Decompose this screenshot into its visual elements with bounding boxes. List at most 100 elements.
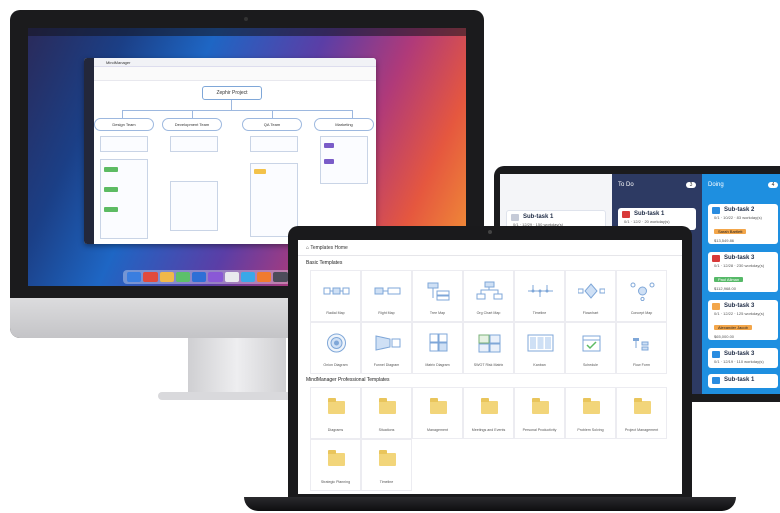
template-folder-management[interactable]: Management	[412, 387, 463, 439]
branch-design-team[interactable]: Design Team	[94, 118, 154, 131]
column-header: To Do 3	[612, 174, 702, 196]
flow-form-icon	[633, 338, 649, 351]
template-folder-situations[interactable]: Situations	[361, 387, 412, 439]
branch-development-team[interactable]: Development Team	[162, 118, 222, 131]
template-matrix-diagram[interactable]: Matrix Diagram	[412, 322, 463, 374]
template-concept-map[interactable]: Concept Map	[616, 270, 667, 322]
template-label: Problem Solving	[577, 428, 604, 432]
template-label: Flowchart	[582, 311, 599, 315]
template-label: Onion Diagram	[323, 363, 348, 367]
template-timeline[interactable]: Timeline	[514, 270, 565, 322]
card-meta: 0/1 · 12/28 · 230 workday(s)	[714, 263, 765, 268]
column-title: To Do	[618, 182, 634, 188]
onion-diagram-icon	[327, 333, 346, 353]
concept-map-icon	[630, 282, 655, 301]
template-folder-meetings[interactable]: Meetings and Events	[463, 387, 514, 439]
template-onion-diagram[interactable]: Onion Diagram	[310, 322, 361, 374]
template-flowchart[interactable]: Flowchart	[565, 270, 616, 322]
root-topic[interactable]: Zephir Project	[202, 86, 262, 100]
template-flow-form[interactable]: Flow Form	[616, 322, 667, 374]
folder-icon	[328, 398, 345, 414]
imac-stand	[188, 338, 286, 394]
subtopic-box	[170, 181, 218, 231]
card-meta: 0/1 · 12/19 · 110 workday(s)	[714, 359, 764, 364]
folder-icon	[583, 398, 600, 414]
kanban-card[interactable]: Sub-task 3 0/1 · 12/19 · 110 workday(s)	[708, 348, 778, 368]
templates-screen[interactable]: ⌂ Templates Home Basic Templates Radial …	[298, 240, 682, 494]
card-meta: 0/1 · 12/22 · 125 workday(s)	[714, 311, 765, 316]
assignee-tag: Sarah Bartlett	[714, 229, 747, 234]
template-folder-timeline[interactable]: Timeline	[361, 439, 412, 491]
template-org-chart-map[interactable]: Org Chart Map	[463, 270, 514, 322]
card-title: Sub-task 1	[634, 211, 665, 217]
template-kanban[interactable]: Kanban	[514, 322, 565, 374]
template-label: Diagrams	[327, 428, 344, 432]
template-folder-strategic-planning[interactable]: Strategic Planning	[310, 439, 361, 491]
assignee-tag: Alexander Jacob	[714, 325, 752, 330]
template-radial-map[interactable]: Radial Map	[310, 270, 361, 322]
template-label: Right Map	[378, 311, 395, 315]
kanban-card[interactable]: Sub-task 1	[708, 374, 778, 388]
template-label: Personal Productivity	[522, 428, 557, 432]
section-title-basic: Basic Templates	[306, 260, 343, 266]
camera	[488, 230, 492, 234]
column-title: Doing	[708, 182, 724, 188]
matrix-icon	[429, 333, 448, 352]
branch-marketing[interactable]: Marketing	[314, 118, 374, 131]
window-title: MindManager	[94, 58, 376, 67]
template-folder-personal-productivity[interactable]: Personal Productivity	[514, 387, 565, 439]
folder-icon	[481, 398, 498, 414]
kanban-card[interactable]: Sub-task 2 0/1 · 10/22 · 83 workday(s) S…	[708, 204, 778, 244]
template-label: Org Chart Map	[476, 311, 501, 315]
template-label: Situations	[378, 428, 395, 432]
flowchart-icon	[578, 283, 605, 299]
folder-icon	[328, 450, 345, 466]
task-tag	[104, 187, 118, 192]
tree-map-icon	[427, 282, 450, 301]
template-right-map[interactable]: Right Map	[361, 270, 412, 322]
template-label: SWOT Risk Matrix	[473, 363, 504, 367]
card-amount: $112,968.00	[714, 286, 736, 291]
template-label: Strategic Planning	[320, 480, 351, 484]
card-title: Sub-task 1	[724, 377, 755, 383]
laptop-base	[244, 497, 736, 511]
template-label: Matrix Diagram	[425, 363, 450, 367]
template-label: Flow Form	[633, 363, 650, 367]
camera	[244, 17, 248, 21]
template-label: Radial Map	[326, 311, 345, 315]
card-title: Sub-task 1	[523, 214, 554, 220]
template-schedule[interactable]: Schedule	[565, 322, 616, 374]
subtopic-box	[100, 136, 148, 152]
card-title: Sub-task 2	[724, 207, 755, 213]
subtopic-box	[250, 136, 298, 152]
template-folder-diagrams[interactable]: Diagrams	[310, 387, 361, 439]
section-title-professional: MindManager Professional Templates	[306, 377, 390, 383]
mindmanager-window[interactable]: MindManager Zephir Project Design Team D…	[84, 58, 376, 244]
template-label: Project Management	[624, 428, 659, 432]
mind-map-canvas[interactable]: Zephir Project Design Team Development T…	[94, 81, 376, 244]
template-folder-problem-solving[interactable]: Problem Solving	[565, 387, 616, 439]
folder-icon	[430, 398, 447, 414]
funnel-icon	[375, 335, 401, 351]
breadcrumb[interactable]: ⌂ Templates Home	[298, 240, 682, 256]
task-tag	[104, 207, 118, 212]
app-toolbar[interactable]	[94, 67, 376, 81]
right-map-icon	[374, 287, 401, 295]
kanban-card[interactable]: Sub-task 3 0/1 · 12/22 · 125 workday(s) …	[708, 300, 778, 340]
template-label: Management	[427, 428, 448, 432]
template-label: Concept Map	[630, 311, 653, 315]
breadcrumb-label[interactable]: Templates Home	[310, 245, 348, 251]
app-sidebar	[84, 58, 94, 244]
org-chart-icon	[476, 281, 503, 300]
branch-qa-team[interactable]: QA Team	[242, 118, 302, 131]
template-folder-project-management[interactable]: Project Management	[616, 387, 667, 439]
card-amount: $13,549.86	[714, 238, 735, 243]
template-tree-map[interactable]: Tree Map	[412, 270, 463, 322]
subtopic-box	[250, 163, 298, 237]
template-label: Timeline	[532, 311, 547, 315]
folder-icon	[634, 398, 651, 414]
template-swot[interactable]: SWOT Risk Matrix	[463, 322, 514, 374]
kanban-card[interactable]: Sub-task 3 0/1 · 12/28 · 230 workday(s) …	[708, 252, 778, 292]
template-label: Funnel Diagram	[373, 363, 400, 367]
template-funnel-diagram[interactable]: Funnel Diagram	[361, 322, 412, 374]
